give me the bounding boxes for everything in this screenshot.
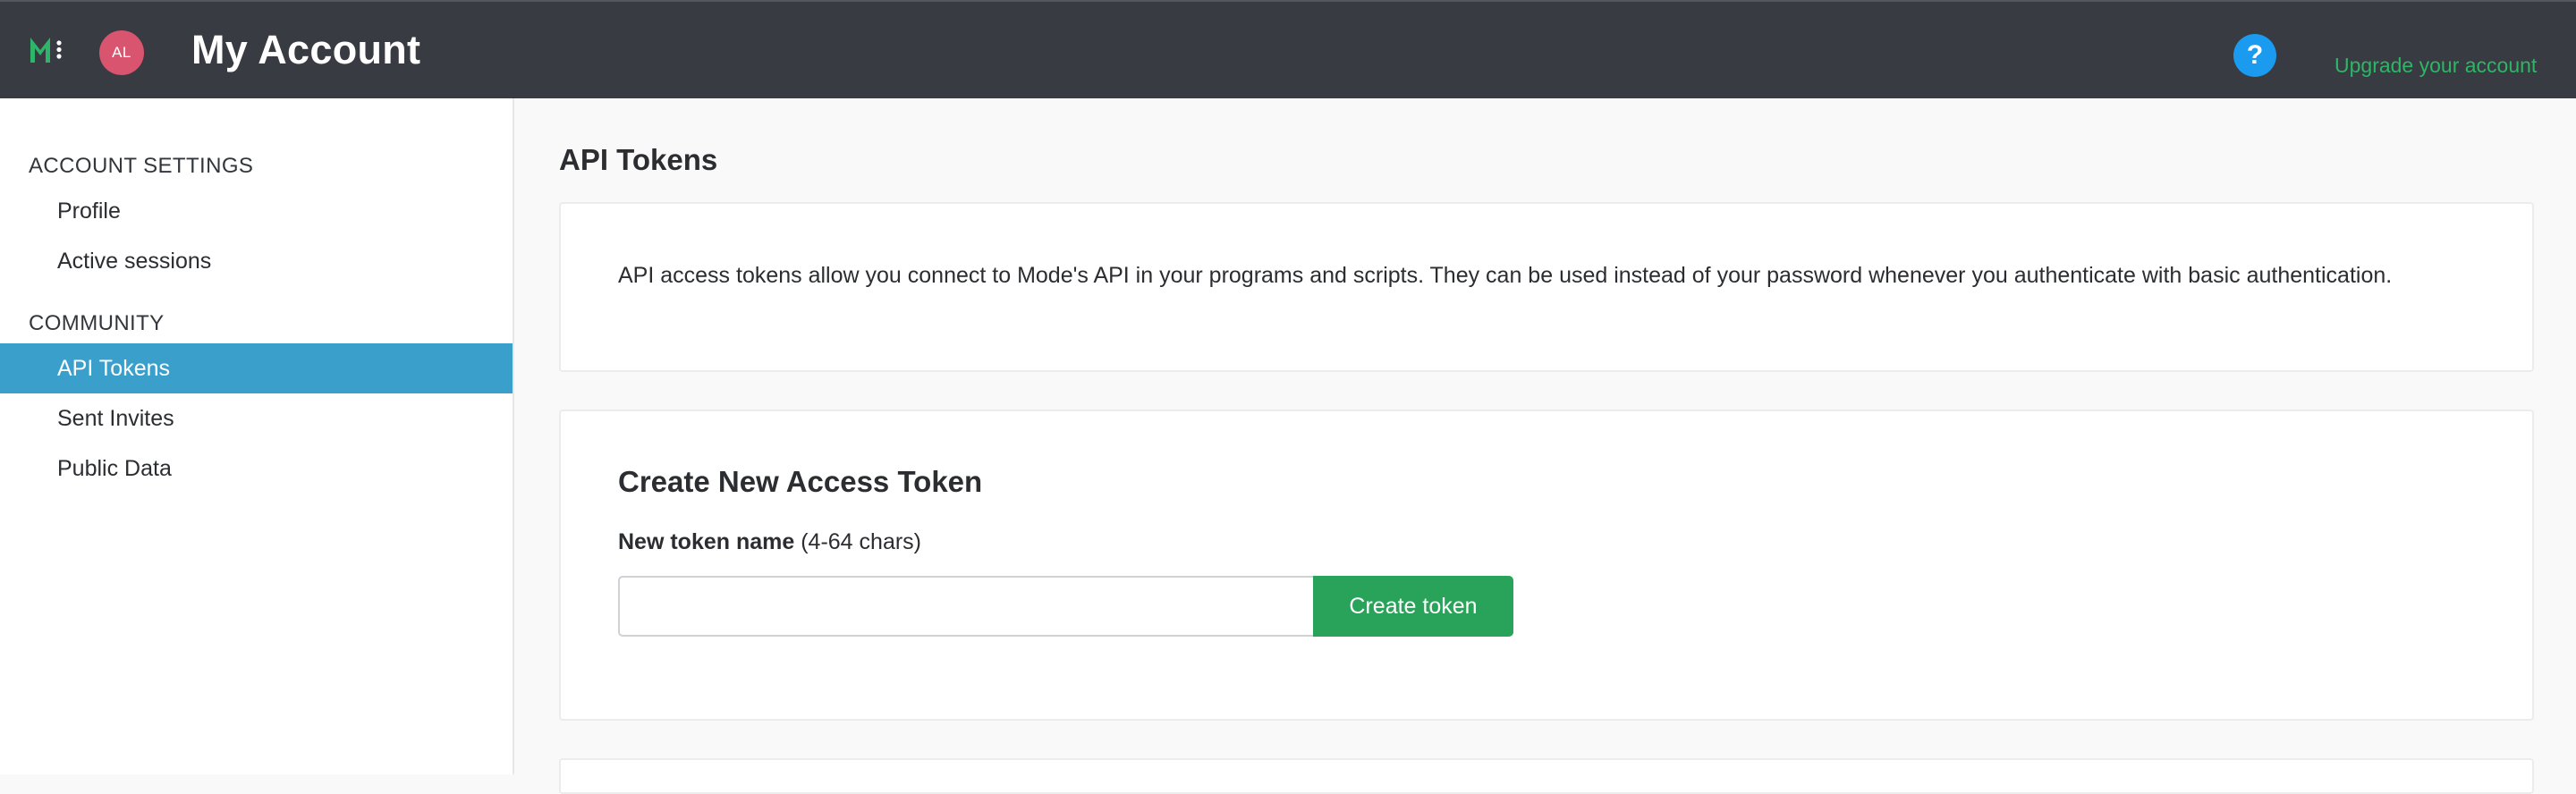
avatar[interactable]: AL: [99, 30, 144, 75]
create-token-card: Create New Access Token New token name (…: [559, 410, 2534, 721]
tokens-list-card: [559, 758, 2534, 794]
token-name-label-bold: New token name: [618, 529, 795, 554]
mode-logo-icon[interactable]: [30, 36, 75, 63]
help-icon[interactable]: ?: [2233, 34, 2276, 77]
token-name-label: New token name (4-64 chars): [618, 529, 921, 555]
upgrade-account-link[interactable]: Upgrade your account: [2334, 54, 2537, 78]
info-card: API access tokens allow you connect to M…: [559, 202, 2534, 372]
sidebar-item-public-data[interactable]: Public Data: [0, 443, 513, 494]
token-name-input[interactable]: [618, 576, 1313, 637]
page-title: My Account: [191, 27, 421, 72]
sidebar-item-active-sessions[interactable]: Active sessions: [0, 236, 513, 286]
sidebar-heading-community: COMMUNITY: [29, 311, 165, 335]
create-token-button[interactable]: Create token: [1313, 576, 1513, 637]
top-header: AL My Account ? Upgrade your account: [0, 0, 2576, 98]
sidebar-item-api-tokens[interactable]: API Tokens: [0, 343, 513, 393]
sidebar: ACCOUNT SETTINGS Profile Active sessions…: [0, 98, 514, 774]
create-token-title: Create New Access Token: [618, 465, 983, 498]
section-title: API Tokens: [559, 143, 718, 176]
sidebar-item-sent-invites[interactable]: Sent Invites: [0, 393, 513, 443]
token-name-label-hint: (4-64 chars): [794, 529, 921, 554]
sidebar-heading-account-settings: ACCOUNT SETTINGS: [29, 154, 254, 178]
api-tokens-description: API access tokens allow you connect to M…: [618, 263, 2393, 288]
main-content: API Tokens API access tokens allow you c…: [516, 98, 2576, 794]
sidebar-item-profile[interactable]: Profile: [0, 186, 513, 236]
